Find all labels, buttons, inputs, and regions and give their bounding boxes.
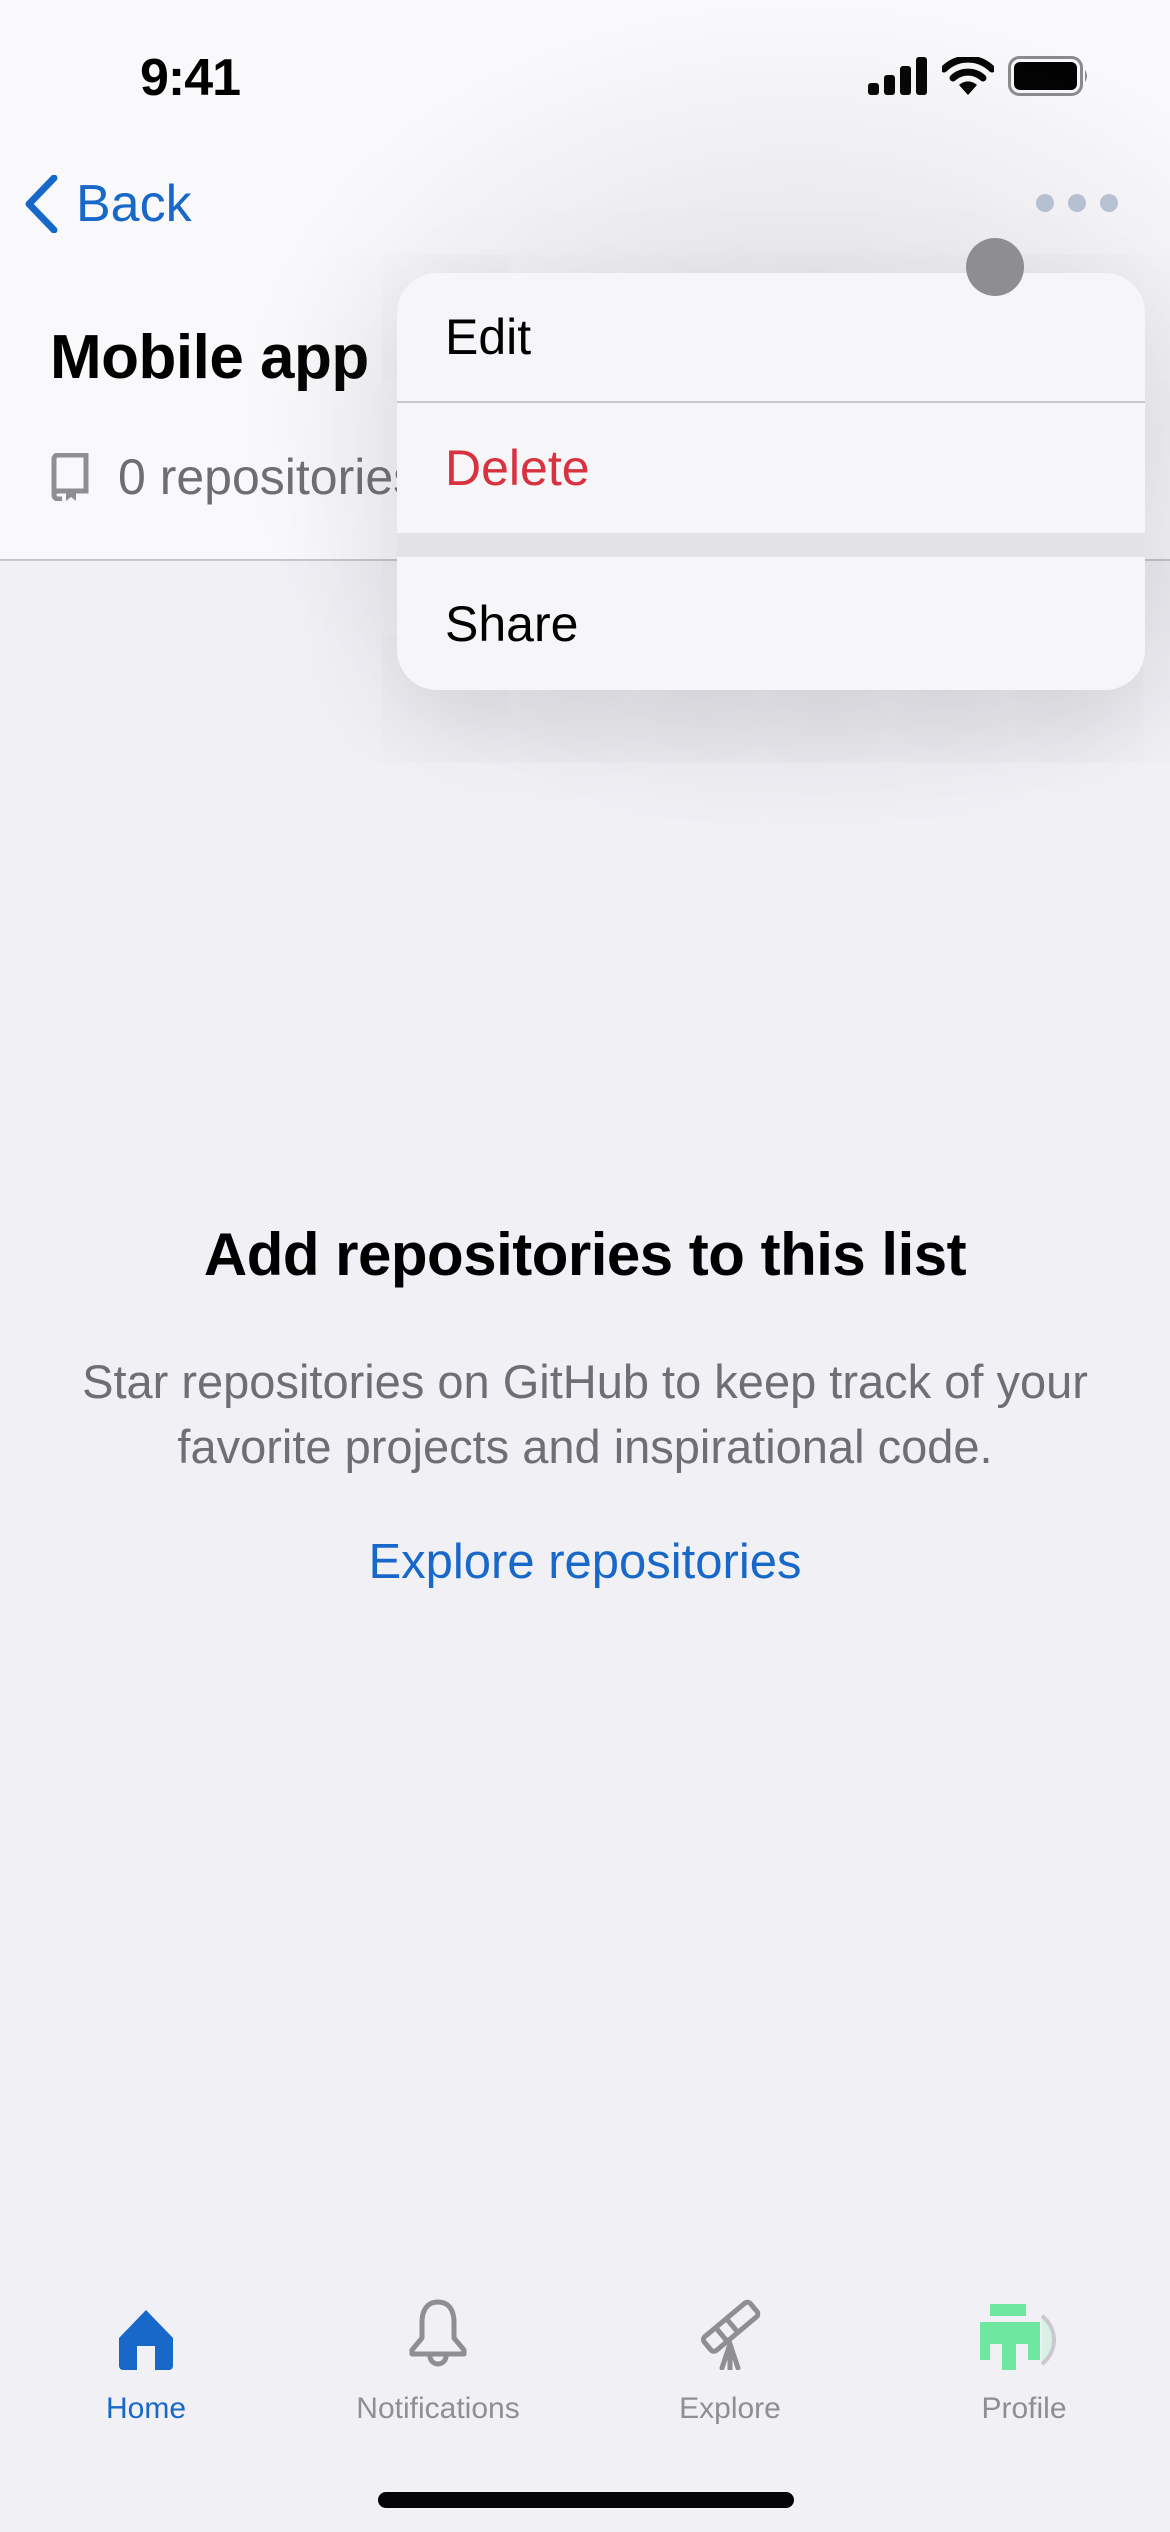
status-time: 9:41 xyxy=(140,49,241,107)
bell-icon xyxy=(409,2299,467,2367)
tab-notifications-label: Notifications xyxy=(356,2392,520,2425)
battery-icon xyxy=(1008,56,1087,96)
back-label: Back xyxy=(76,175,192,233)
tab-explore[interactable]: Explore xyxy=(600,2290,860,2426)
cellular-signal-icon xyxy=(868,57,927,95)
tab-profile[interactable]: Profile xyxy=(894,2290,1154,2426)
tab-home[interactable]: Home xyxy=(16,2290,276,2426)
page-title: Mobile app xyxy=(50,323,369,392)
touch-indicator xyxy=(966,238,1024,296)
tab-explore-label: Explore xyxy=(679,2392,781,2425)
status-icons xyxy=(868,56,1090,96)
home-icon xyxy=(119,2310,173,2370)
menu-item-edit[interactable]: Edit xyxy=(397,273,1145,403)
menu-item-share[interactable]: Share xyxy=(397,557,1145,690)
screen: 9:41 Back Mobile app 0 repositories Add … xyxy=(0,0,1170,2532)
menu-item-delete[interactable]: Delete xyxy=(397,403,1145,533)
empty-state-title: Add repositories to this list xyxy=(203,1221,967,1288)
ellipsis-dot xyxy=(1036,194,1054,212)
menu-section-divider xyxy=(397,533,1145,557)
repo-book-icon xyxy=(51,453,89,501)
tab-notifications[interactable]: Notifications xyxy=(308,2290,568,2426)
explore-repositories-link[interactable]: Explore repositories xyxy=(368,1534,801,1590)
telescope-icon xyxy=(701,2299,761,2370)
empty-state-description: Star repositories on GitHub to keep trac… xyxy=(82,1355,1088,1473)
back-button[interactable]: Back xyxy=(24,174,192,234)
status-bar: 9:41 xyxy=(0,0,1170,150)
tab-bar: Home Notifications Explore Profile xyxy=(0,2290,1170,2430)
navigation-bar: Back xyxy=(0,160,1170,250)
empty-state: Add repositories to this list Star repos… xyxy=(0,1220,1170,1590)
chevron-left-icon xyxy=(25,175,58,233)
context-menu: Edit Delete Share xyxy=(397,273,1145,690)
home-indicator xyxy=(378,2492,794,2508)
avatar-icon xyxy=(980,2304,1056,2370)
wifi-icon xyxy=(942,57,994,95)
ellipsis-dot xyxy=(1100,194,1118,212)
tab-profile-label: Profile xyxy=(981,2392,1067,2425)
tab-home-label: Home xyxy=(105,2392,187,2425)
repo-count-text: 0 repositories xyxy=(118,449,419,505)
more-options-button[interactable] xyxy=(1036,194,1118,212)
repository-count: 0 repositories xyxy=(50,448,418,506)
ellipsis-dot xyxy=(1068,194,1086,212)
